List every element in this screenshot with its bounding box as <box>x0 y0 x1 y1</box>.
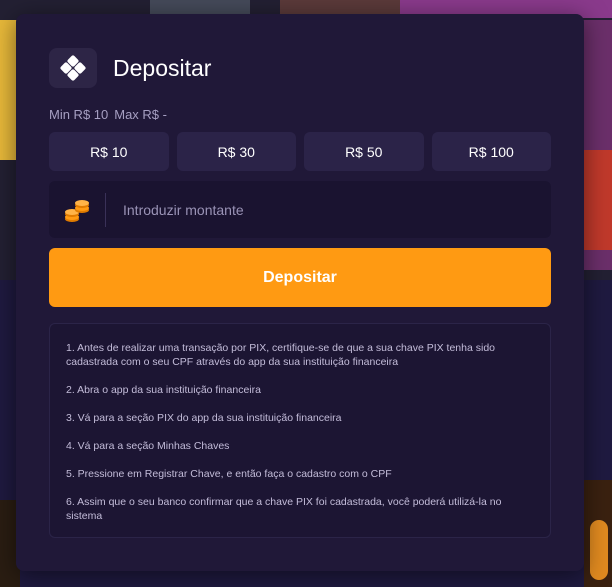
instruction-item: 3. Vá para a seção PIX do app da sua ins… <box>66 412 342 424</box>
quick-amounts: R$ 10 R$ 30 R$ 50 R$ 100 <box>49 132 551 171</box>
coins-icon-box <box>49 181 105 238</box>
pix-logo-icon <box>60 55 86 81</box>
instruction-item: 2. Abra o app da sua instituição finance… <box>66 384 261 396</box>
amount-30-button[interactable]: R$ 30 <box>176 132 296 171</box>
modal-header: Depositar <box>49 48 211 88</box>
pix-instructions: 1. Antes de realizar uma transação por P… <box>49 323 551 538</box>
pix-logo <box>49 48 97 88</box>
deposit-limits: Min R$ 10 Max R$ - <box>49 107 173 122</box>
amount-50-button[interactable]: R$ 50 <box>304 132 424 171</box>
instruction-item: 4. Vá para a seção Minhas Chaves <box>66 440 230 452</box>
modal-title: Depositar <box>113 54 212 81</box>
deposit-modal: Depositar Min R$ 10 Max R$ - R$ 10 R$ 30 … <box>16 14 584 571</box>
background-game-tile <box>590 520 608 580</box>
amount-10-button[interactable]: R$ 10 <box>49 132 169 171</box>
min-limit: Min R$ 10 <box>49 107 109 122</box>
amount-input-field <box>49 181 551 238</box>
instruction-item: 1. Antes de realizar uma transação por P… <box>66 342 496 368</box>
instruction-item: 6. Assim que o seu banco confirmar que a… <box>66 496 502 522</box>
amount-100-button[interactable]: R$ 100 <box>431 132 551 171</box>
background-game-tile <box>580 150 612 250</box>
amount-input[interactable] <box>106 181 551 238</box>
instruction-item: 5. Pressione em Registrar Chave, e então… <box>66 468 392 480</box>
max-limit: Max R$ - <box>114 107 167 122</box>
deposit-button[interactable]: Depositar <box>49 248 551 307</box>
coins-icon <box>65 199 89 222</box>
